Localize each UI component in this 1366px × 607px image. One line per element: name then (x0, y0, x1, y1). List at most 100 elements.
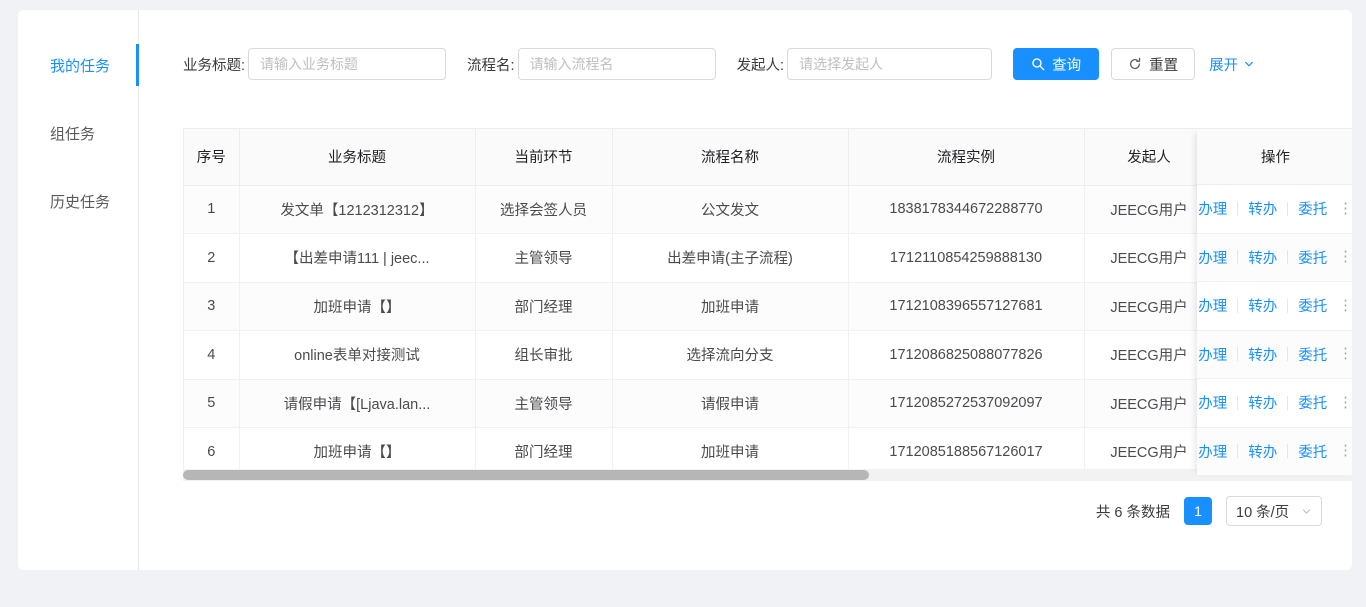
cell-instance: 1712085272537092097 (848, 379, 1085, 428)
pagination-total: 共 6 条数据 (1095, 504, 1170, 521)
action-divider (1237, 298, 1239, 313)
column-header-initiator[interactable]: 发起人 (1084, 129, 1215, 186)
action-divider (1237, 250, 1239, 265)
cell-title: 【出差申请111 | jeec... (239, 233, 476, 283)
task-table-body: 1 发文单【1212312312】 选择会签人员 公文发文 1838178344… (184, 185, 1352, 477)
cell-initiator: JEECG用户 (1084, 233, 1215, 283)
action-handle[interactable]: 办理 (1197, 295, 1228, 316)
action-divider (1287, 201, 1289, 216)
initiator-placeholder: 请选择发起人 (799, 56, 884, 72)
search-icon (1031, 57, 1045, 71)
table-row[interactable]: 3 加班申请【】 部门经理 加班申请 1712108396557127681 J… (184, 282, 1352, 331)
column-header-operation-label: 操作 (1197, 129, 1352, 185)
column-header-instance[interactable]: 流程实例 (848, 129, 1085, 186)
more-actions-icon[interactable]: ⋮ (1338, 249, 1352, 265)
business-title-label: 业务标题: (183, 57, 246, 74)
cell-index: 3 (184, 282, 240, 331)
cell-flow-name: 加班申请 (612, 282, 849, 331)
action-transfer[interactable]: 转办 (1247, 441, 1278, 462)
more-actions-icon[interactable]: ⋮ (1338, 346, 1352, 362)
business-title-input[interactable]: 请输入业务标题 (248, 48, 447, 80)
column-header-flow-name[interactable]: 流程名称 (612, 129, 849, 186)
task-table-grid: 序号 业务标题 当前环节 流程名称 流程实例 发起人 1 发文单【1212312… (184, 129, 1352, 477)
process-name-label: 流程名: (467, 57, 515, 74)
pagination-page-1[interactable]: 1 (1184, 497, 1212, 525)
sidebar-item-my-tasks[interactable]: 我的任务 (18, 42, 139, 88)
initiator-input[interactable]: 请选择发起人 (787, 48, 993, 80)
column-header-index[interactable]: 序号 (184, 129, 240, 186)
cell-initiator: JEECG用户 (1084, 185, 1215, 234)
table-horizontal-scrollbar[interactable] (183, 469, 1352, 481)
cell-flow-name: 选择流向分支 (612, 330, 849, 380)
table-row[interactable]: 5 请假申请【[Ljava.lan... 主管领导 请假申请 171208527… (184, 379, 1352, 428)
pagination: 共 6 条数据 1 10 条/页 (1096, 496, 1322, 526)
process-name-placeholder: 请输入流程名 (529, 56, 614, 72)
column-header-title[interactable]: 业务标题 (239, 129, 476, 186)
table-row[interactable]: 2 【出差申请111 | jeec... 主管领导 出差申请(主子流程) 171… (184, 233, 1352, 283)
action-transfer[interactable]: 转办 (1247, 198, 1278, 219)
cell-title: 请假申请【[Ljava.lan... (239, 379, 476, 428)
query-button[interactable]: 查询 (1013, 48, 1100, 80)
cell-title: online表单对接测试 (239, 330, 476, 380)
operation-cell: 办理 转办 委托 ⋮ (1197, 330, 1352, 379)
action-handle[interactable]: 办理 (1197, 344, 1228, 365)
operation-cell: 办理 转办 委托 ⋮ (1197, 233, 1352, 282)
action-handle[interactable]: 办理 (1197, 247, 1228, 268)
expand-toggle[interactable]: 展开 (1209, 54, 1255, 75)
action-delegate[interactable]: 委托 (1297, 295, 1328, 316)
cell-instance: 1712110854259888130 (848, 233, 1085, 283)
sidebar-item-label: 组任务 (50, 125, 96, 143)
action-handle[interactable]: 办理 (1197, 198, 1228, 219)
cell-title: 发文单【1212312312】 (239, 185, 476, 234)
more-actions-icon[interactable]: ⋮ (1338, 201, 1352, 217)
refresh-icon (1128, 57, 1142, 71)
sidebar-item-history-tasks[interactable]: 历史任务 (18, 178, 138, 224)
action-delegate[interactable]: 委托 (1297, 247, 1328, 268)
action-handle[interactable]: 办理 (1197, 441, 1228, 462)
cell-node: 选择会签人员 (475, 185, 613, 234)
more-actions-icon[interactable]: ⋮ (1338, 443, 1352, 459)
initiator-label: 发起人: (736, 57, 785, 74)
business-title-placeholder: 请输入业务标题 (260, 56, 359, 72)
page-root: 我的任务 组任务 历史任务 业务标题: 请输入业务标题 流程名: 请输入流程名 … (0, 0, 1366, 607)
action-delegate[interactable]: 委托 (1297, 441, 1328, 462)
page-size-select[interactable]: 10 条/页 (1226, 496, 1322, 526)
cell-flow-name: 出差申请(主子流程) (612, 233, 849, 283)
table-row[interactable]: 4 online表单对接测试 组长审批 选择流向分支 1712086825088… (184, 330, 1352, 380)
action-transfer[interactable]: 转办 (1247, 247, 1278, 268)
more-actions-icon[interactable]: ⋮ (1338, 298, 1352, 314)
cell-index: 1 (184, 185, 240, 234)
sticky-operation-column: 操作 办理 转办 委托 ⋮ 办理 转办 委托 (1197, 129, 1352, 476)
action-divider (1237, 201, 1239, 216)
expand-toggle-label: 展开 (1209, 57, 1239, 74)
cell-index: 2 (184, 233, 240, 283)
cell-index: 5 (184, 379, 240, 428)
sidebar-item-group-tasks[interactable]: 组任务 (18, 110, 138, 156)
table-row[interactable]: 1 发文单【1212312312】 选择会签人员 公文发文 1838178344… (184, 185, 1352, 234)
sidebar-item-label: 我的任务 (50, 57, 111, 75)
chevron-down-icon (1243, 58, 1255, 70)
reset-button-label: 重置 (1149, 57, 1179, 74)
action-divider (1237, 395, 1239, 410)
action-transfer[interactable]: 转办 (1247, 344, 1278, 365)
table-header-row: 序号 业务标题 当前环节 流程名称 流程实例 发起人 (184, 129, 1352, 186)
column-header-node[interactable]: 当前环节 (475, 129, 613, 186)
action-divider (1287, 250, 1289, 265)
action-delegate[interactable]: 委托 (1297, 198, 1328, 219)
action-transfer[interactable]: 转办 (1247, 295, 1278, 316)
more-actions-icon[interactable]: ⋮ (1338, 395, 1352, 411)
sidebar: 我的任务 组任务 历史任务 (18, 10, 139, 570)
process-name-input[interactable]: 请输入流程名 (517, 48, 716, 80)
scrollbar-thumb[interactable] (183, 470, 869, 480)
cell-flow-name: 公文发文 (612, 185, 849, 234)
action-delegate[interactable]: 委托 (1297, 344, 1328, 365)
action-handle[interactable]: 办理 (1197, 392, 1228, 413)
action-delegate[interactable]: 委托 (1297, 392, 1328, 413)
sidebar-item-label: 历史任务 (50, 193, 111, 211)
chevron-down-icon (1301, 506, 1312, 517)
cell-node: 组长审批 (475, 330, 613, 380)
operation-cell: 办理 转办 委托 ⋮ (1197, 282, 1352, 331)
reset-button[interactable]: 重置 (1111, 48, 1196, 80)
action-transfer[interactable]: 转办 (1247, 392, 1278, 413)
cell-node: 主管领导 (475, 233, 613, 283)
